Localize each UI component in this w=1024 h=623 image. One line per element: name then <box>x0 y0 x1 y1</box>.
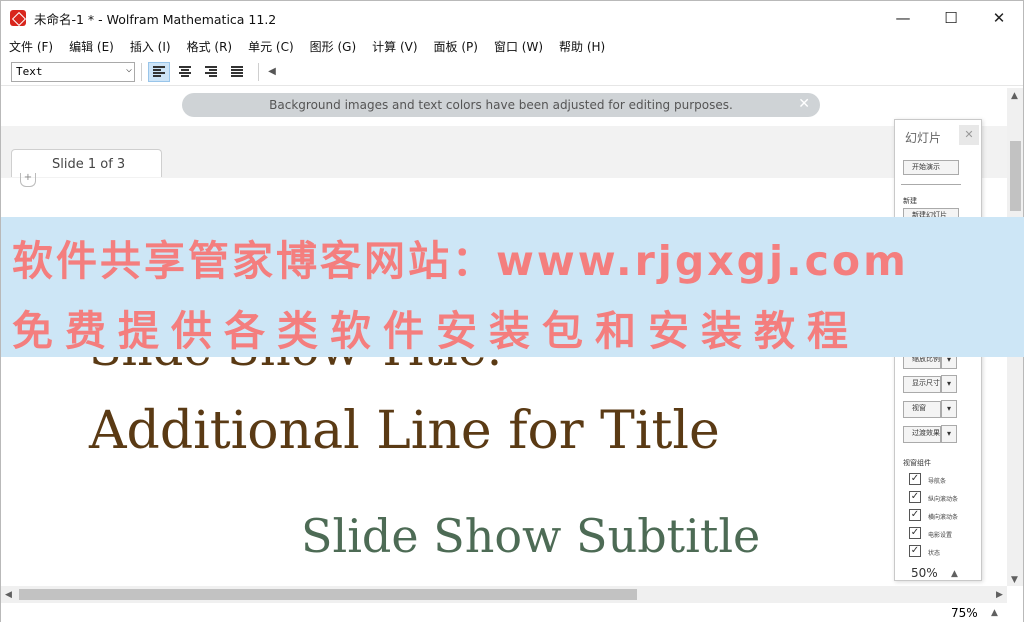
checkbox-label-3: 横向滚动条 <box>928 514 959 521</box>
checkbox-3[interactable]: ✓ <box>909 509 921 521</box>
checkbox-4[interactable]: ✓ <box>909 527 921 539</box>
palette-button-3[interactable]: 视窗 <box>903 401 941 418</box>
align-right-button[interactable] <box>200 62 222 82</box>
zoom-level[interactable]: 75% <box>951 606 978 620</box>
menu-palettes[interactable]: 面板 (P) <box>426 38 486 55</box>
align-right-icon <box>205 66 217 77</box>
insert-slide-icon[interactable]: + <box>20 173 36 187</box>
scroll-left-arrow-icon[interactable]: ◀ <box>5 590 12 600</box>
scroll-down-arrow-icon[interactable]: ▼ <box>1011 575 1018 585</box>
palette-button-4[interactable]: 过渡效果 <box>903 426 941 443</box>
palette-section-new: 新建 <box>903 197 917 205</box>
align-left-icon <box>153 66 165 77</box>
checkbox-label-1: 导航条 <box>928 478 947 485</box>
menu-edit[interactable]: 编辑 (E) <box>61 38 122 55</box>
status-bar <box>1 603 1023 623</box>
palette-dropdown-4[interactable]: ▾ <box>941 425 957 443</box>
palette-section-toolbar: 视窗组件 <box>903 459 931 467</box>
scroll-right-arrow-icon[interactable]: ▶ <box>996 590 1003 600</box>
checkbox-5[interactable]: ✓ <box>909 545 921 557</box>
menu-insert[interactable]: 插入 (I) <box>122 38 179 55</box>
palette-zoom-arrow-icon[interactable]: ▲ <box>951 569 958 579</box>
window-title: 未命名-1 * - Wolfram Mathematica 11.2 <box>34 11 277 27</box>
palette-title: 幻灯片 <box>905 131 942 145</box>
app-window: 未命名-1 * - Wolfram Mathematica 11.2 — ☐ ✕… <box>0 0 1024 623</box>
toolbar-divider <box>141 62 142 81</box>
notice-text: Background images and text colors have b… <box>269 98 733 112</box>
menu-cell[interactable]: 单元 (C) <box>240 38 302 55</box>
menu-format[interactable]: 格式 (R) <box>179 38 241 55</box>
mathematica-icon <box>10 10 26 26</box>
palette-button-2[interactable]: 显示尺寸 <box>903 376 941 393</box>
menu-bar: 文件 (F) 编辑 (E) 插入 (I) 格式 (R) 单元 (C) 图形 (G… <box>1 35 1023 57</box>
watermark-banner: 软件共享管家博客网站：www.rjgxgj.com 免费提供各类软件安装包和安装… <box>1 217 1024 357</box>
watermark-line2: 免费提供各类软件安装包和安装教程 <box>12 307 860 355</box>
checkbox-label-4: 电影设置 <box>928 532 953 539</box>
close-button[interactable]: ✕ <box>975 1 1023 35</box>
checkbox-1[interactable]: ✓ <box>909 473 921 485</box>
menu-file[interactable]: 文件 (F) <box>1 38 61 55</box>
toolbar-divider <box>258 62 259 81</box>
cell-style-value: Text <box>16 65 43 78</box>
menu-help[interactable]: 帮助 (H) <box>551 38 613 55</box>
scroll-up-arrow-icon[interactable]: ▲ <box>1011 91 1018 101</box>
palette-close-icon[interactable]: ✕ <box>959 125 979 145</box>
checkbox-label-2: 纵向滚动条 <box>928 496 959 503</box>
align-justify-button[interactable] <box>226 62 248 82</box>
checkbox-label-5: 状态 <box>928 550 941 557</box>
minimize-button[interactable]: — <box>879 1 927 35</box>
title-bar: 未命名-1 * - Wolfram Mathematica 11.2 — ☐ ✕ <box>1 1 1023 35</box>
menu-window[interactable]: 窗口 (W) <box>486 38 551 55</box>
palette-dropdown-3[interactable]: ▾ <box>941 400 957 418</box>
cell-style-select[interactable]: Text ⌵ <box>11 61 135 82</box>
zoom-up-arrow-icon[interactable]: ▲ <box>991 608 998 618</box>
palette-zoom[interactable]: 50% <box>911 566 938 580</box>
watermark-line1: 软件共享管家博客网站：www.rjgxgj.com <box>12 237 909 285</box>
maximize-button[interactable]: ☐ <box>927 1 975 35</box>
align-left-button[interactable] <box>148 61 170 82</box>
align-justify-icon <box>231 66 243 77</box>
menu-evaluation[interactable]: 计算 (V) <box>364 38 425 55</box>
start-slideshow-button[interactable]: 开始演示 <box>903 160 959 175</box>
slide-title-line2[interactable]: Additional Line for Title <box>89 401 720 461</box>
align-center-button[interactable] <box>174 62 196 82</box>
notice-close-icon[interactable]: ✕ <box>798 96 810 112</box>
menu-graphics[interactable]: 图形 (G) <box>302 38 364 55</box>
toolbar: Text ⌵ ◀ <box>1 58 1023 86</box>
editing-notice-bar: Background images and text colors have b… <box>182 93 820 117</box>
chevron-down-icon: ⌵ <box>125 63 132 75</box>
palette-dropdown-2[interactable]: ▾ <box>941 375 957 393</box>
collapse-arrow-icon[interactable]: ◀ <box>265 66 279 77</box>
align-center-icon <box>179 66 191 77</box>
palette-divider <box>901 184 961 185</box>
vertical-scroll-thumb[interactable] <box>1010 141 1021 211</box>
horizontal-scroll-thumb[interactable] <box>19 589 637 600</box>
slide-subtitle[interactable]: Slide Show Subtitle <box>301 509 760 563</box>
checkbox-2[interactable]: ✓ <box>909 491 921 503</box>
